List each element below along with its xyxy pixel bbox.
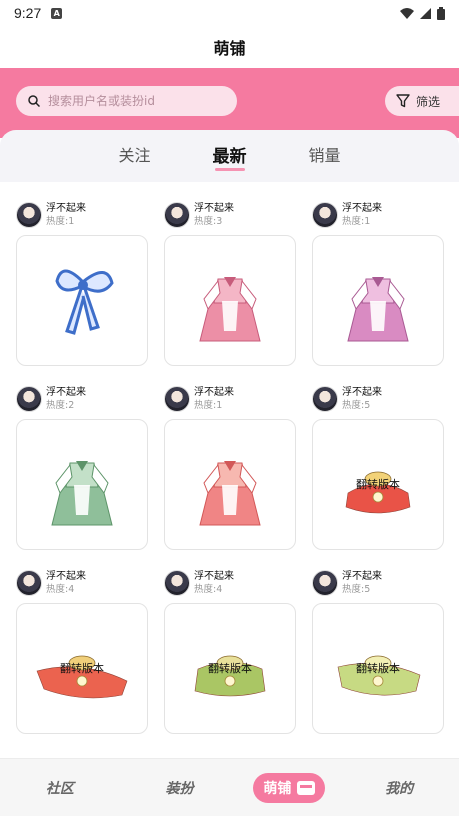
heat-count: 热度:1 <box>342 216 371 227</box>
filter-button[interactable]: 筛选 <box>385 86 459 116</box>
item-card[interactable]: 浮不起来热度:1 <box>16 202 148 366</box>
notification-icon: A <box>51 7 63 19</box>
nav-dressup[interactable]: 装扮 <box>120 778 240 798</box>
tab-latest[interactable]: 最新 <box>213 142 247 171</box>
avatar[interactable] <box>312 570 338 596</box>
purple-maid-dress-image <box>347 276 409 341</box>
card-meta: 浮不起来热度:1 <box>46 202 86 228</box>
tab-bar: 关注 最新 销量 <box>0 130 459 182</box>
shop-icon <box>297 780 316 795</box>
avatar[interactable] <box>164 386 190 412</box>
item-card[interactable]: 浮不起来热度:5 翻转版本 <box>312 570 444 734</box>
card-meta: 浮不起来热度:2 <box>46 386 86 412</box>
item-card[interactable]: 浮不起来热度:4 翻转版本 <box>164 570 296 734</box>
item-thumbnail[interactable]: 翻转版本 <box>164 603 296 734</box>
card-meta: 浮不起来热度:5 <box>342 386 382 412</box>
card-header: 浮不起来热度:5 <box>312 386 444 416</box>
username: 浮不起来 <box>194 571 234 582</box>
flip-version-label: 翻转版本 <box>356 661 400 675</box>
username: 浮不起来 <box>46 571 86 582</box>
card-header: 浮不起来热度:2 <box>16 386 148 416</box>
username: 浮不起来 <box>46 387 86 398</box>
nav-shop-label: 萌铺 <box>263 780 292 797</box>
title-bar: 萌铺 <box>0 26 459 68</box>
item-thumbnail[interactable] <box>164 235 296 366</box>
item-thumbnail[interactable]: 翻转版本 <box>16 603 148 734</box>
card-meta: 浮不起来热度:3 <box>194 202 234 228</box>
search-bar[interactable] <box>16 86 237 116</box>
card-header: 浮不起来热度:1 <box>16 202 148 232</box>
avatar[interactable] <box>16 570 42 596</box>
card-meta: 浮不起来热度:1 <box>342 202 382 228</box>
card-meta: 浮不起来热度:5 <box>342 570 382 596</box>
item-thumbnail[interactable] <box>16 235 148 366</box>
search-input[interactable] <box>48 94 218 108</box>
card-meta: 浮不起来热度:4 <box>46 570 86 596</box>
item-card[interactable]: 浮不起来热度:1 <box>312 202 444 366</box>
item-card[interactable]: 浮不起来热度:3 <box>164 202 296 366</box>
tab-sales[interactable]: 销量 <box>309 142 341 170</box>
flip-version-label: 翻转版本 <box>60 661 104 675</box>
page-title: 萌铺 <box>213 39 246 58</box>
card-header: 浮不起来热度:4 <box>16 570 148 600</box>
username: 浮不起来 <box>194 203 234 214</box>
heat-count: 热度:3 <box>194 216 223 227</box>
item-card[interactable]: 浮不起来热度:4 翻转版本 <box>16 570 148 734</box>
nav-community[interactable]: 社区 <box>0 778 120 798</box>
search-icon <box>28 95 40 107</box>
card-meta: 浮不起来热度:4 <box>194 570 234 596</box>
red-maid-dress-image <box>199 460 261 525</box>
username: 浮不起来 <box>342 571 382 582</box>
green-maid-dress-image <box>51 460 113 525</box>
signal-icon <box>420 7 431 19</box>
heat-count: 热度:2 <box>46 400 75 411</box>
status-icons <box>400 6 445 20</box>
avatar[interactable] <box>164 202 190 228</box>
item-thumbnail[interactable] <box>16 419 148 550</box>
card-header: 浮不起来热度:4 <box>164 570 296 600</box>
flip-version-label: 翻转版本 <box>208 661 252 675</box>
heat-count: 热度:1 <box>46 216 75 227</box>
flip-version-label: 翻转版本 <box>356 477 400 491</box>
bottom-nav: 社区 装扮 萌铺 我的 <box>0 758 459 816</box>
filter-icon <box>396 94 410 108</box>
item-thumbnail[interactable]: 翻转版本 <box>312 603 444 734</box>
wifi-icon <box>400 7 414 19</box>
avatar[interactable] <box>16 202 42 228</box>
item-grid: 浮不起来 热度:1 浮不起来 热度:3 浮不起来 热度:1 浮不起来 热度:2 浮不起来 热度:1… <box>0 182 459 758</box>
avatar[interactable] <box>164 570 190 596</box>
avatar[interactable] <box>312 202 338 228</box>
status-time: 9:27 <box>14 5 42 21</box>
item-card[interactable]: 浮不起来热度:2 <box>16 386 148 550</box>
blue-bow-image <box>55 269 114 335</box>
username: 浮不起来 <box>342 387 382 398</box>
username: 浮不起来 <box>46 203 86 214</box>
nav-mine[interactable]: 我的 <box>339 778 459 798</box>
tab-following[interactable]: 关注 <box>118 142 150 170</box>
item-card[interactable]: 浮不起来热度:5 翻转版本 <box>312 386 444 550</box>
heat-count: 热度:4 <box>46 584 75 595</box>
card-header: 浮不起来热度:1 <box>164 386 296 416</box>
item-thumbnail[interactable]: 翻转版本 <box>312 419 444 550</box>
heat-count: 热度:5 <box>342 584 371 595</box>
heat-count: 热度:4 <box>194 584 223 595</box>
item-thumbnail[interactable] <box>312 235 444 366</box>
item-thumbnail[interactable] <box>164 419 296 550</box>
card-header: 浮不起来热度:5 <box>312 570 444 600</box>
username: 浮不起来 <box>194 387 234 398</box>
avatar[interactable] <box>312 386 338 412</box>
status-bar: 9:27 A <box>0 0 459 26</box>
battery-icon <box>437 6 445 20</box>
card-header: 浮不起来热度:3 <box>164 202 296 232</box>
username: 浮不起来 <box>342 203 382 214</box>
heat-count: 热度:5 <box>342 400 371 411</box>
nav-shop[interactable]: 萌铺 <box>253 772 326 803</box>
card-header: 浮不起来热度:1 <box>312 202 444 232</box>
avatar[interactable] <box>16 386 42 412</box>
card-meta: 浮不起来热度:1 <box>194 386 234 412</box>
pink-maid-dress-image <box>199 276 261 341</box>
item-card[interactable]: 浮不起来热度:1 <box>164 386 296 550</box>
filter-label: 筛选 <box>416 94 441 109</box>
heat-count: 热度:1 <box>194 400 223 411</box>
